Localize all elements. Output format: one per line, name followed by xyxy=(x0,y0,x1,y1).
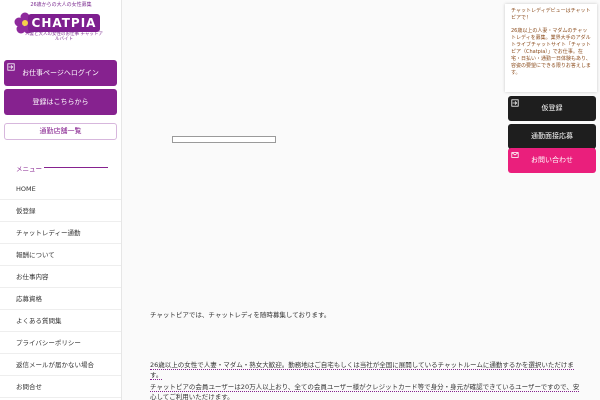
job-page-login-label: お仕事ページへログイン xyxy=(22,69,99,77)
stores-list-button[interactable]: 通勤店舗一覧 xyxy=(4,123,117,140)
mail-icon xyxy=(511,152,519,158)
float-contact-button[interactable]: お問い合わせ xyxy=(508,148,596,173)
login-icon xyxy=(7,63,15,71)
loading-placeholder xyxy=(172,136,276,143)
job-page-login-button[interactable]: お仕事ページへログイン xyxy=(4,60,117,86)
menu-item-pre-register[interactable]: 仮登録 xyxy=(0,200,121,222)
float-contact-label: お問い合わせ xyxy=(531,156,573,164)
intro-paragraph: チャットピアでは、チャットレディを随時募集しております。 xyxy=(150,311,331,319)
stores-list-label: 通勤店舗一覧 xyxy=(39,127,82,135)
notice-body: 26歳以上の人妻・マダムのチャットレディを募集。業界大手のアダルトライブチャット… xyxy=(511,28,591,76)
menu-item-faq[interactable]: よくある質問集 xyxy=(0,310,121,332)
register-label: 登録はこちらから xyxy=(32,98,89,106)
menu-item-reward[interactable]: 報酬について xyxy=(0,244,121,266)
logo-name: CHATPIA xyxy=(28,14,100,32)
menu-item-privacy[interactable]: プライバシーポリシー xyxy=(0,332,121,354)
menu-item-contact[interactable]: お問合せ xyxy=(0,376,121,398)
notice-box: チャットレディデビューはチャットピアで！ 26歳以上の人妻・マダムのチャットレデ… xyxy=(505,4,597,92)
float-interview-button[interactable]: 通勤面接応募 xyxy=(508,124,596,149)
members-paragraph: チャットピアの会員ユーザーは20万人以上おり、全ての会員ユーザー様がクレジットカ… xyxy=(150,382,580,400)
float-interview-label: 通勤面接応募 xyxy=(531,132,573,140)
menu-divider xyxy=(44,167,108,168)
float-register-button[interactable]: 仮登録 xyxy=(508,96,596,121)
menu-item-commute[interactable]: チャットレディー通勤 xyxy=(0,222,121,244)
logo-subtitle: 人妻と大人の女性のお仕事 チャットアルバイト xyxy=(25,32,103,42)
sidebar: 26歳からの大人の女性募集 CHATPIA 人妻と大人の女性のお仕事 チャットア… xyxy=(0,0,122,400)
members-text: チャットピアの会員ユーザーは20万人以上おり、全ての会員ユーザー様がクレジットカ… xyxy=(150,383,580,400)
notice-heading: チャットレディデビューはチャットピアで！ xyxy=(511,8,591,21)
float-register-label: 仮登録 xyxy=(541,104,563,112)
logo-tagline: 26歳からの大人の女性募集 xyxy=(30,2,92,8)
menu-item-mail-help[interactable]: 返信メールが届かない場合 xyxy=(0,354,121,376)
menu-title: メニュー xyxy=(16,165,42,173)
eligibility-text: 26歳以上の女性で人妻・マダム・熟女大歓迎。勤務地はご自宅もしくは当社が全国に展… xyxy=(150,361,574,380)
login-icon xyxy=(511,99,519,107)
eligibility-paragraph: 26歳以上の女性で人妻・マダム・熟女大歓迎。勤務地はご自宅もしくは当社が全国に展… xyxy=(150,360,580,380)
menu-item-requirements[interactable]: 応募資格 xyxy=(0,288,121,310)
register-button[interactable]: 登録はこちらから xyxy=(4,89,117,115)
menu-item-home[interactable]: HOME xyxy=(0,178,121,200)
menu-item-job-content[interactable]: お仕事内容 xyxy=(0,266,121,288)
